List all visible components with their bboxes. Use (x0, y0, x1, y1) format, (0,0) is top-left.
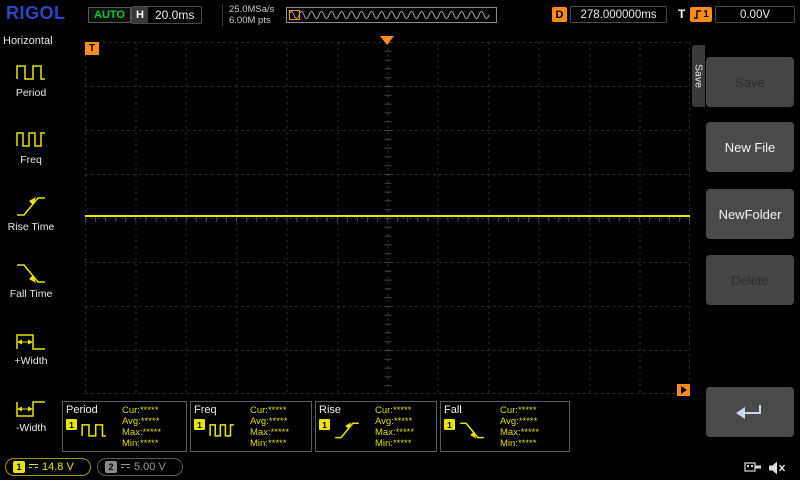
new-folder-button[interactable]: NewFolder (706, 189, 794, 239)
grid (85, 42, 690, 394)
meas-max: Max:***** (250, 427, 290, 438)
waveform-position-bar[interactable] (286, 7, 497, 23)
channel-badge: 1 (444, 419, 455, 430)
h-label: H (132, 7, 148, 23)
trigger-position-marker[interactable] (380, 36, 394, 45)
trigger-source-badge[interactable]: 1 (690, 7, 712, 22)
channel1-badge: 1 (13, 461, 25, 473)
usb-icon (744, 462, 761, 472)
waveform-overview-icon (288, 11, 490, 19)
channel-badge: 1 (66, 419, 77, 430)
delete-button[interactable]: Delete (706, 255, 794, 305)
channel2-status[interactable]: 2 5.00 V (97, 458, 183, 476)
channel2-badge: 2 (105, 461, 117, 473)
measurement-box-freq[interactable]: Freq 1 Cur:***** Avg:***** Max:***** Min… (190, 401, 312, 452)
back-button[interactable] (706, 387, 794, 437)
rise-time-icon (335, 422, 359, 439)
graticule: T (85, 36, 690, 396)
return-arrow-icon (736, 405, 761, 419)
timebase-value: 20.0ms (155, 8, 195, 22)
measure-item-pwidth[interactable]: +Width (0, 322, 62, 389)
memory-depth: 6.00M pts (229, 15, 271, 26)
right-save-menu: Save Save New File NewFolder Delete (692, 30, 800, 455)
meas-min: Min:***** (500, 438, 537, 449)
plus-width-icon (16, 334, 45, 350)
right-arrow-icon (680, 386, 687, 394)
measurement-box-rise[interactable]: Rise 1 Cur:***** Avg:***** Max:***** Min… (315, 401, 437, 452)
left-menu-title: Horizontal (3, 35, 53, 47)
channel1-scale: 14.8 V (42, 461, 74, 473)
trigger-level-value[interactable]: 0.00V (715, 6, 795, 23)
rigol-logo: RIGOL (6, 3, 66, 23)
meas-max: Max:***** (375, 427, 415, 438)
period-icon (81, 424, 106, 437)
delay-edge-marker[interactable] (677, 384, 690, 396)
speaker-muted-icon[interactable] (768, 460, 787, 476)
period-icon (16, 65, 45, 80)
meas-cur: Cur:***** (375, 405, 412, 416)
measurement-box-fall[interactable]: Fall 1 Cur:***** Avg:***** Max:***** Min… (440, 401, 570, 452)
sample-rate: 25.0MSa/s (229, 4, 275, 15)
meas-cur: Cur:***** (122, 405, 159, 416)
trigger-corner-marker[interactable]: T (85, 42, 99, 55)
delay-value[interactable]: 278.000000ms (570, 6, 667, 23)
trigger-label: T (678, 7, 686, 21)
meas-avg: Avg:***** (500, 416, 538, 427)
run-state-badge[interactable]: AUTO (88, 7, 131, 23)
measurement-box-period[interactable]: Period 1 Cur:***** Avg:***** Max:***** M… (62, 401, 187, 452)
save-button[interactable]: Save (706, 57, 794, 107)
channel1-status[interactable]: 1 14.8 V (5, 458, 91, 476)
channel-badge: 1 (194, 419, 205, 430)
meas-avg: Avg:***** (375, 416, 413, 427)
freq-icon (16, 132, 45, 147)
meas-cur: Cur:***** (250, 405, 287, 416)
meas-min: Min:***** (122, 438, 159, 449)
meas-max: Max:***** (122, 427, 162, 438)
meas-min: Min:***** (375, 438, 412, 449)
meas-avg: Avg:***** (122, 416, 160, 427)
delay-badge: D (552, 7, 567, 22)
rise-time-icon (17, 197, 45, 216)
trigger-slope-icon (694, 10, 702, 19)
measure-item-freq[interactable]: Freq (0, 121, 62, 188)
dc-coupling-icon (29, 464, 38, 470)
meas-avg: Avg:***** (250, 416, 288, 427)
dc-coupling-icon (121, 464, 130, 470)
channel-badge: 1 (319, 419, 330, 430)
meas-cur: Cur:***** (500, 405, 537, 416)
status-bar: 1 14.8 V 2 5.00 V (0, 455, 800, 480)
top-bar: RIGOL AUTO H 20.0ms 25.0MSa/s 6.00M pts … (0, 0, 800, 30)
left-measure-menu: Horizontal Period Freq Rise Time Fall Ti… (0, 30, 62, 455)
display-window-marker[interactable] (289, 10, 300, 20)
trigger-source-number: 1 (703, 9, 709, 20)
channel2-scale: 5.00 V (134, 461, 166, 473)
measure-item-period[interactable]: Period (0, 54, 62, 121)
fall-time-icon (17, 264, 45, 283)
meas-min: Min:***** (250, 438, 287, 449)
measure-item-fall-time[interactable]: Fall Time (0, 255, 62, 322)
minus-width-icon (16, 401, 45, 417)
new-file-button[interactable]: New File (706, 122, 794, 172)
menu-tab-save: Save (692, 45, 705, 107)
fall-time-icon (460, 422, 484, 439)
freq-icon (209, 424, 234, 437)
meas-max: Max:***** (500, 427, 540, 438)
horizontal-timebase-box[interactable]: H 20.0ms (131, 6, 203, 24)
measure-item-nwidth[interactable]: -Width (0, 389, 62, 456)
measure-item-rise-time[interactable]: Rise Time (0, 188, 62, 255)
acquisition-info: 25.0MSa/s 6.00M pts (222, 4, 274, 26)
